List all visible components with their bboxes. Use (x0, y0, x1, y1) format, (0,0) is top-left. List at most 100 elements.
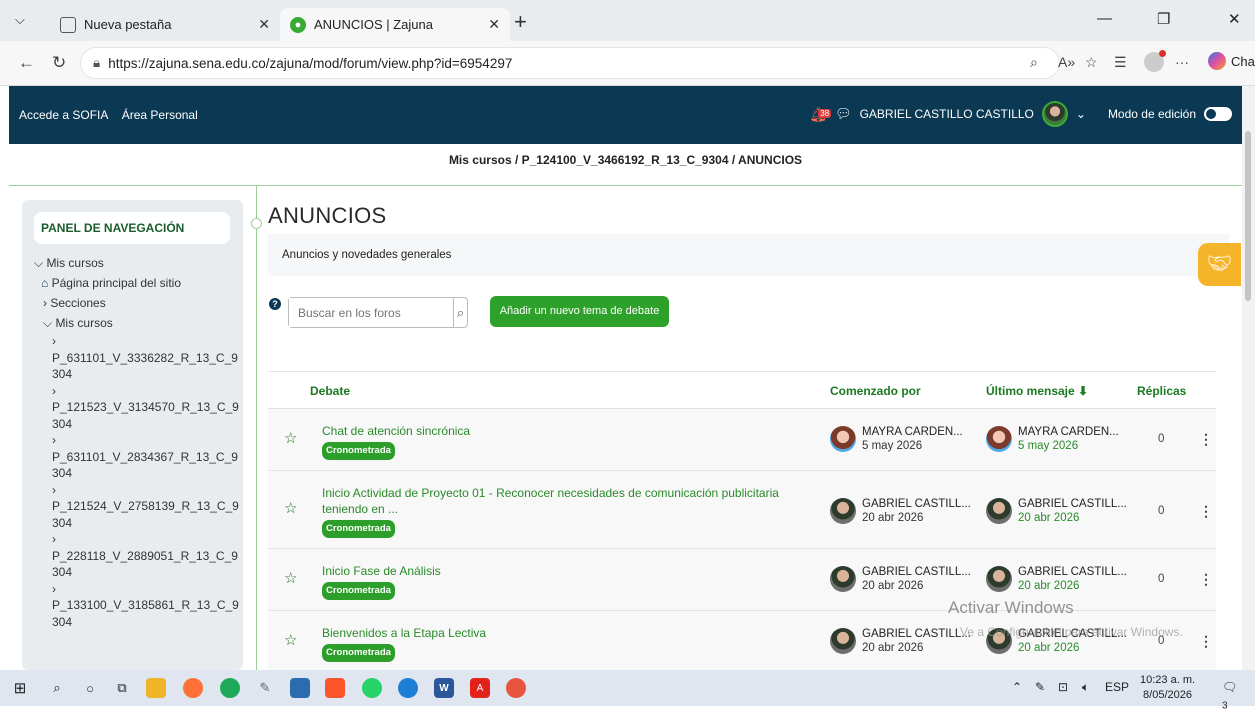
new-tab-plus-icon[interactable]: + (514, 9, 527, 35)
tab-anuncios[interactable]: ● ANUNCIOS | Zajuna ✕ (280, 8, 510, 41)
refresh-icon[interactable]: ↻ (52, 53, 66, 73)
page-scrollbar[interactable] (1242, 86, 1255, 670)
search-icon[interactable]: ⌕ (453, 298, 467, 327)
course-item[interactable]: › P_631101_V_3336282_R_13_C_9 304 (34, 333, 239, 383)
help-icon[interactable]: ? (269, 298, 281, 310)
breadcrumb[interactable]: Mis cursos / P_124100_V_3466192_R_13_C_9… (9, 144, 1242, 186)
table-row[interactable]: ☆ Inicio Actividad de Proyecto 01 - Reco… (268, 471, 1216, 549)
course-item[interactable]: › P_121523_V_3134570_R_13_C_9 304 (34, 383, 239, 433)
tab-new-tab[interactable]: Nueva pestaña ✕ (50, 8, 280, 41)
timed-badge: Cronometrada (322, 644, 395, 662)
started-by[interactable]: GABRIEL CASTILL... 20 abr 2026 (830, 497, 971, 525)
last-post[interactable]: MAYRA CARDEN... 5 may 2026 (986, 425, 1119, 453)
course-item[interactable]: › P_228118_V_2889051_R_13_C_9 304 (34, 531, 239, 581)
whatsapp-icon[interactable] (362, 678, 382, 698)
star-icon[interactable]: ☆ (284, 631, 297, 649)
avatar (830, 628, 856, 654)
task-view-icon[interactable]: ⧉ (112, 678, 132, 698)
nav-home[interactable]: ⌂ Página principal del sitio (34, 273, 239, 293)
word-icon[interactable]: W (434, 678, 454, 698)
table-row[interactable]: ☆ Chat de atención sincrónica Cronometra… (268, 409, 1216, 471)
paint-icon[interactable]: ✎ (255, 678, 275, 698)
acrobat-icon[interactable]: A (470, 678, 490, 698)
chrome-icon[interactable] (220, 678, 240, 698)
table-row[interactable]: ☆ Bienvenidos a la Etapa Lectiva Cronome… (268, 611, 1216, 673)
forum-search: ⌕ (288, 297, 468, 328)
more-menu-icon[interactable]: ··· (1175, 54, 1189, 70)
course-item[interactable]: › P_631101_V_2834367_R_13_C_9 304 (34, 432, 239, 482)
add-discussion-button[interactable]: Añadir un nuevo tema de debate (490, 296, 669, 327)
minimize-icon[interactable]: — (1097, 10, 1112, 27)
row-menu-icon[interactable]: ⋮ (1199, 571, 1213, 588)
col-debate[interactable]: Debate (310, 384, 350, 398)
favorite-star-icon[interactable]: ☆ (1085, 54, 1098, 71)
nav-mis-cursos[interactable]: ⌵ Mis cursos (34, 253, 239, 273)
sofia-link[interactable]: Accede a SOFIA (19, 108, 108, 122)
post-date: 20 abr 2026 (862, 580, 924, 592)
cortana-icon[interactable]: ○ (80, 678, 100, 698)
notifications-bell-icon[interactable]: 🔔︎38 (809, 106, 832, 123)
table-row[interactable]: ☆ Inicio Fase de Análisis Cronometrada G… (268, 549, 1216, 611)
tab-actions-chevron-icon[interactable]: ⌵ (15, 12, 25, 28)
calculator-icon[interactable] (290, 678, 310, 698)
discussion-title[interactable]: Bienvenidos a la Etapa Lectiva Cronometr… (322, 625, 782, 662)
started-by[interactable]: GABRIEL CASTILL... 20 abr 2026 (830, 627, 971, 655)
edit-mode-toggle[interactable] (1204, 107, 1232, 121)
timeline-divider (256, 186, 257, 670)
col-replies[interactable]: Réplicas (1137, 384, 1186, 398)
col-started-by[interactable]: Comenzado por (830, 384, 921, 398)
row-menu-icon[interactable]: ⋮ (1199, 503, 1213, 520)
last-post[interactable]: GABRIEL CASTILL... 20 abr 2026 (986, 497, 1127, 525)
course-list: › P_631101_V_3336282_R_13_C_9 304 › P_12152… (34, 333, 239, 630)
windows-start-icon[interactable]: ⊞ (10, 678, 30, 698)
chrome-canary-icon[interactable] (506, 678, 526, 698)
zoom-icon[interactable]: ⌕ (1030, 54, 1038, 71)
started-by[interactable]: GABRIEL CASTILL... 20 abr 2026 (830, 565, 971, 593)
timed-badge: Cronometrada (322, 582, 395, 600)
title-text: Bienvenidos a la Etapa Lectiva (322, 626, 487, 640)
file-explorer-icon[interactable] (146, 678, 166, 698)
row-menu-icon[interactable]: ⋮ (1199, 633, 1213, 650)
edge-icon[interactable] (398, 678, 418, 698)
last-post[interactable]: GABRIEL CASTILL... 20 abr 2026 (986, 565, 1127, 593)
discussion-title[interactable]: Inicio Fase de Análisis Cronometrada (322, 563, 782, 600)
search-icon[interactable]: ⌕ (47, 678, 67, 698)
course-item[interactable]: › P_121524_V_2758139_R_13_C_9 304 (34, 482, 239, 532)
col-last-post[interactable]: Último mensaje ⬇ (986, 384, 1088, 398)
area-personal-link[interactable]: Área Personal (122, 108, 198, 122)
started-by[interactable]: MAYRA CARDEN... 5 may 2026 (830, 425, 963, 453)
star-icon[interactable]: ☆ (284, 499, 297, 517)
close-tab-icon[interactable]: ✕ (488, 16, 500, 33)
site-info-icon[interactable]: 🔒︎ (93, 55, 100, 71)
course-code: P_133100_V_3185861_R_13_C_9 (52, 598, 239, 612)
close-tab-icon[interactable]: ✕ (258, 16, 270, 33)
star-icon[interactable]: ☆ (284, 569, 297, 587)
favorites-list-icon[interactable]: ☰ (1114, 54, 1127, 71)
back-arrow-icon[interactable]: ← (18, 53, 35, 73)
url-field[interactable]: 🔒︎ https://zajuna.sena.edu.co/zajuna/mod… (80, 47, 1060, 79)
search-input[interactable] (289, 298, 453, 327)
brave-icon[interactable] (325, 678, 345, 698)
nav-mis-cursos-sub[interactable]: ⌵ Mis cursos (34, 313, 239, 333)
profile-avatar-icon[interactable] (1144, 50, 1166, 72)
messages-icon[interactable]: 💬︎ (835, 106, 852, 122)
clock[interactable]: 10:23 a. m. 8/05/2026 (1140, 673, 1195, 703)
discussion-title[interactable]: Chat de atención sincrónica Cronometrada (322, 423, 782, 460)
star-icon[interactable]: ☆ (284, 429, 297, 447)
user-name[interactable]: GABRIEL CASTILLO CASTILLO (860, 107, 1034, 121)
copilot-chat-button[interactable]: Chat (1208, 52, 1255, 70)
user-menu-chevron-icon[interactable]: ⌄ (1076, 107, 1086, 121)
firefox-icon[interactable] (183, 678, 203, 698)
course-item[interactable]: › P_133100_V_3185861_R_13_C_9 304 (34, 581, 239, 631)
close-window-icon[interactable]: ✕ (1228, 10, 1241, 28)
scroll-thumb[interactable] (1245, 131, 1251, 301)
row-menu-icon[interactable]: ⋮ (1199, 431, 1213, 448)
restore-icon[interactable]: ❐ (1157, 10, 1170, 28)
user-avatar[interactable] (1041, 101, 1068, 127)
page-title: ANUNCIOS (268, 203, 387, 228)
site-header: Accede a SOFIA Área Personal 🔔︎38 💬︎ GAB… (9, 86, 1242, 144)
nav-secciones[interactable]: › Secciones (34, 293, 239, 313)
read-aloud-icon[interactable]: A» (1058, 54, 1075, 70)
discussion-title[interactable]: Inicio Actividad de Proyecto 01 - Recono… (322, 485, 782, 538)
help-handshake-button[interactable]: 🤝︎ (1198, 243, 1241, 286)
